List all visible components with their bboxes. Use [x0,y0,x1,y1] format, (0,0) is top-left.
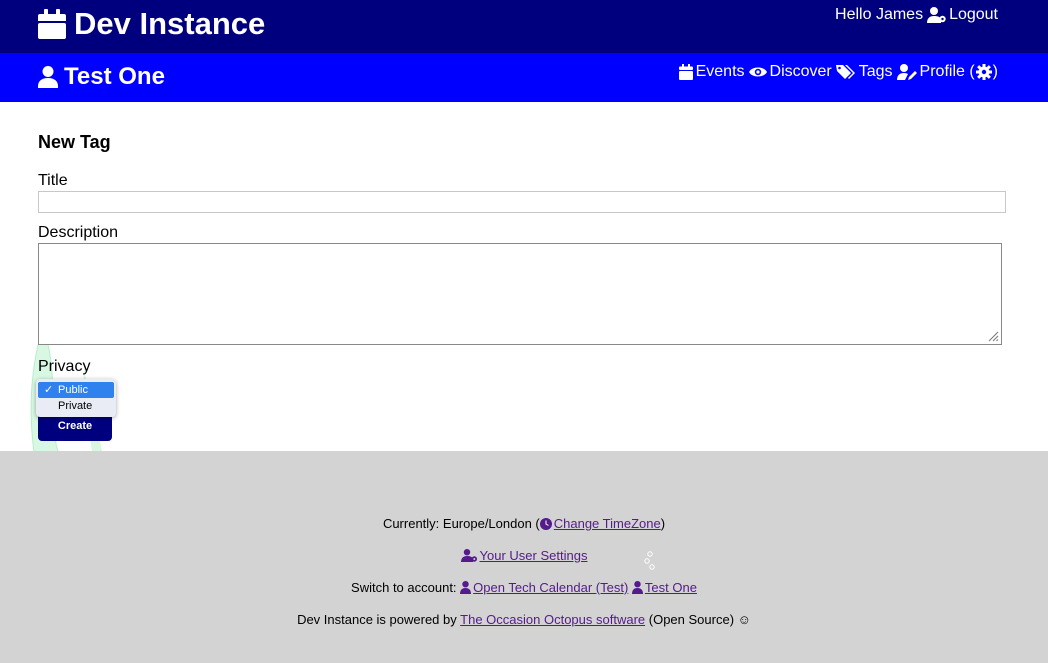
powered-by-suffix: (Open Source) ☺ [648,612,751,627]
account-link-test-one[interactable]: Test One [631,580,697,597]
change-timezone-label: Change TimeZone [553,516,661,531]
resize-handle-icon[interactable] [987,330,999,342]
account-name: Test One [64,63,165,90]
nav-profile[interactable]: Profile ( ) [896,63,998,81]
main-content: New Tag Title Description Privacy Create… [0,102,1048,453]
switch-account-prefix: Switch to account: [351,580,457,595]
account-link-open-tech[interactable]: Open Tech Calendar (Test) [460,580,628,595]
logout-link[interactable]: Logout [949,6,998,24]
switch-account-row: Switch to account: Open Tech Calendar (T… [0,580,1048,597]
cursor-icon [644,551,655,570]
user-links: Hello James Logout [835,6,998,24]
user-edit-icon [896,64,917,80]
page-title: New Tag [38,132,111,152]
timezone-prefix: Currently: Europe/London ( [382,516,540,531]
user-icon [460,581,472,597]
user-settings-row: Your User Settings [0,548,1048,565]
nav-discover[interactable]: Discover [748,63,832,81]
calendar-icon [678,64,693,80]
clock-icon [539,518,552,533]
nav-events-label: Events [695,63,745,80]
greeting-text: Hello James [835,6,924,23]
title-label: Title [38,172,68,189]
powered-by-prefix: Dev Instance is powered by [297,612,457,627]
nav-profile-label: Profile ( [919,63,975,80]
checkmark-icon: ✓ [44,384,54,396]
user-settings-link[interactable]: Your User Settings [460,548,588,565]
user-cog-icon [927,7,947,23]
nav-tags-label: Tags [858,63,893,80]
user-cog-icon [460,549,478,565]
powered-by-row: Dev Instance is powered by The Occasion … [0,612,1048,627]
calendar-icon [38,9,66,39]
software-link[interactable]: The Occasion Octopus software [460,612,645,627]
description-label: Description [38,224,119,241]
tags-icon [835,64,856,80]
timezone-row: Currently: Europe/London ( Change TimeZon… [0,516,1048,533]
site-header: Dev Instance Hello James Logout [0,0,1048,53]
privacy-option-public[interactable]: ✓ Public [38,382,114,398]
site-title[interactable]: Dev Instance [38,6,265,42]
user-settings-label: Your User Settings [479,548,588,563]
site-title-text: Dev Instance [74,6,266,41]
eye-icon [748,65,767,79]
user-icon [38,66,58,88]
nav-events[interactable]: Events [678,63,745,81]
privacy-dropdown[interactable]: ✓ Public Private [36,379,116,417]
privacy-option-public-label: Public [58,384,88,396]
nav-discover-label: Discover [769,63,832,80]
privacy-label: Privacy [38,358,91,375]
nav-tags[interactable]: Tags [835,63,893,81]
nav-profile-close: ) [992,63,998,80]
change-timezone-link[interactable]: Change TimeZone [539,516,661,533]
account-title[interactable]: Test One [38,63,165,91]
title-input[interactable] [38,191,1006,213]
account-bar: Test One Events Discover Tags Profile ( [0,53,1048,102]
account-link-open-tech-label: Open Tech Calendar (Test) [473,580,629,595]
account-nav: Events Discover Tags Profile ( ) [675,63,998,81]
account-link-test-one-label: Test One [644,580,697,595]
privacy-option-private-label: Private [58,400,93,412]
privacy-option-private[interactable]: Private [38,398,114,414]
description-textarea[interactable] [38,243,1002,345]
gear-icon [975,64,992,80]
timezone-suffix: ) [660,516,666,531]
site-footer: Currently: Europe/London ( Change TimeZon… [0,451,1048,663]
user-icon [631,581,643,597]
